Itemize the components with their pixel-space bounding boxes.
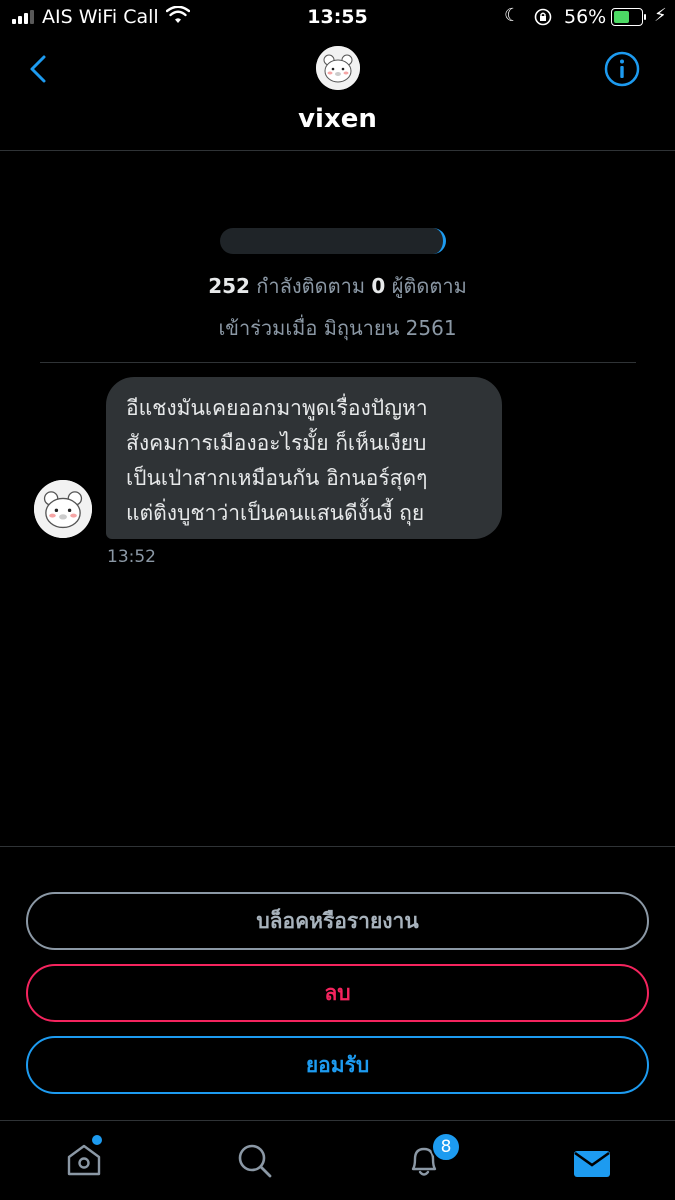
mail-icon[interactable]: [572, 1144, 612, 1184]
bear-avatar-icon: [316, 46, 360, 90]
home-icon[interactable]: [64, 1140, 104, 1180]
sender-avatar[interactable]: [34, 480, 92, 538]
profile-divider: [40, 362, 636, 363]
following-count: 252: [208, 274, 250, 298]
bear-avatar-icon: [34, 480, 92, 538]
orientation-lock-icon: [534, 8, 552, 26]
block-report-button[interactable]: บล็อคหรือรายงาน: [26, 892, 649, 950]
message-text: อีแชงมันเคยออกมาพูดเรื่องปัญหา สังคมการเ…: [126, 396, 428, 525]
delete-button[interactable]: ลบ: [26, 964, 649, 1022]
notification-badge: 8: [431, 1132, 461, 1162]
home-unread-dot: [92, 1135, 102, 1145]
following-label: กำลังติดตาม: [256, 274, 366, 298]
info-icon[interactable]: [604, 51, 640, 87]
battery-icon: [611, 8, 647, 26]
message-bubble[interactable]: อีแชงมันเคยออกมาพูดเรื่องปัญหา สังคมการเ…: [106, 377, 502, 539]
tab-bar-divider: [0, 1120, 675, 1121]
followers-label: ผู้ติดตาม: [391, 274, 467, 298]
header-divider: [0, 150, 675, 151]
redacted-username-bar: [220, 228, 446, 254]
moon-icon: ☾: [504, 5, 521, 26]
status-bar: AIS WiFi Call 13:55 ☾ 56% ⚡: [0, 0, 675, 36]
search-icon[interactable]: [234, 1140, 274, 1180]
followers-count: 0: [371, 274, 386, 298]
actions-divider: [0, 846, 675, 847]
follow-stats: 252 กำลังติดตาม 0 ผู้ติดตาม: [0, 270, 675, 302]
conversation-title: vixen: [298, 104, 377, 134]
battery-percent: 56%: [564, 6, 607, 28]
joined-date: เข้าร่วมเมื่อ มิถุนายน 2561: [218, 316, 457, 340]
header-avatar[interactable]: [316, 46, 360, 90]
accept-button[interactable]: ยอมรับ: [26, 1036, 649, 1094]
message-timestamp: 13:52: [107, 547, 156, 567]
charging-bolt-icon: ⚡: [654, 5, 667, 26]
back-chevron-icon[interactable]: [28, 54, 48, 84]
